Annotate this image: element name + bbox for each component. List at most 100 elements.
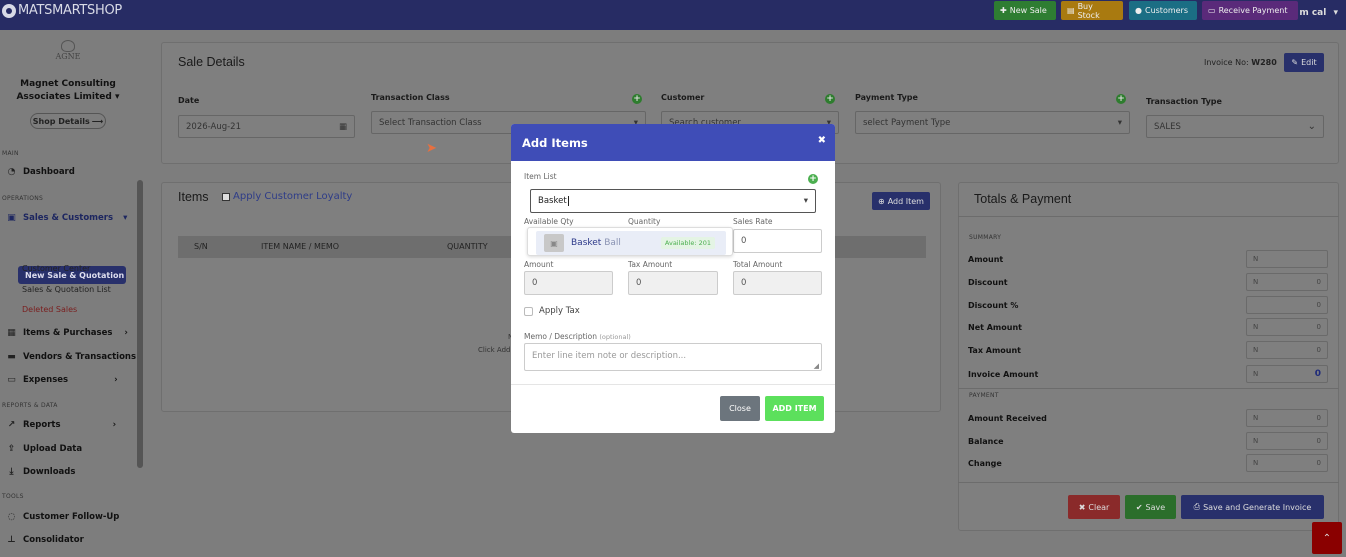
customers-button[interactable]: ● Customers [1129,1,1197,20]
bag-icon: ▣ [7,213,16,223]
invoice-amount-label: Invoice Amount [968,370,1039,379]
plus-icon: ✚ [1000,6,1007,15]
save-button[interactable]: ✔ Save [1125,495,1176,519]
sidebar-item-customer-follow-up[interactable]: ◌ Customer Follow-Up [6,512,120,522]
truck-icon: ▬ [7,352,16,362]
clear-button[interactable]: ✖ Clear [1068,495,1120,519]
customer-label: Customer [661,93,705,102]
sidebar-item-expenses[interactable]: ▭ Expenses › [6,375,117,385]
sidebar-item-upload-data[interactable]: ⇪ Upload Data [6,444,82,454]
sidebar-item-customer-center[interactable]: Customer Center [22,264,90,273]
modal-close-icon[interactable]: ✖ [818,135,826,146]
sidebar-item-deleted-sales[interactable]: Deleted Sales [22,305,77,314]
edit-invoice-button[interactable]: ✎ Edit [1284,53,1324,72]
sidebar-item-dashboard[interactable]: ◔ Dashboard [6,167,75,177]
caret-down-icon: ▾ [1117,117,1122,128]
item-list-label: Item List [524,172,557,181]
sales-rate-label: Sales Rate [733,217,773,226]
apply-loyalty-checkbox[interactable]: Apply Customer Loyalty [222,191,352,202]
user-name: m cal [1299,8,1327,18]
invoice-number: Invoice No: W280 [1204,58,1277,67]
summary-heading: SUMMARY [969,234,1002,241]
column-header-item-name: ITEM NAME / MEMO [261,242,340,251]
tax-amount-label: Tax Amount [968,346,1022,355]
net-amount-value: N0 [1246,318,1328,336]
save-generate-invoice-button[interactable]: ⎙ Save and Generate Invoice [1181,495,1324,519]
transaction-type-label: Transaction Type [1146,97,1222,106]
add-customer-icon[interactable]: + [825,94,835,104]
modal-title: Add Items [522,135,588,150]
payment-type-label: Payment Type [855,93,918,102]
brand-name: MATSMARTSHOP [18,3,122,18]
box-icon: ▦ [7,328,16,338]
check-icon: ✔ [1135,502,1143,512]
available-badge: Available: 201 [660,237,715,249]
apply-tax-checkbox[interactable]: Apply Tax [524,306,580,316]
sales-rate-input[interactable]: 0 [733,229,822,253]
payment-heading: PAYMENT [969,392,999,399]
org-name[interactable]: Magnet Consulting Associates Limited ▾ [2,78,134,104]
checkbox-icon [524,306,533,316]
buy-stock-button[interactable]: ▤ Buy Stock [1061,1,1123,20]
arrow-right-icon: ⟶ [91,116,104,126]
amount-label: Amount [524,260,554,269]
sidebar-item-downloads[interactable]: ⤓ Downloads [6,467,76,477]
caret-down-icon: ▾ [115,92,120,102]
section-tools: TOOLS [2,493,24,500]
modal-header: Add Items [511,124,835,161]
receive-payment-button[interactable]: ▭ Receive Payment [1202,1,1298,20]
column-header-sn: S/N [194,242,208,251]
amount-received-label: Amount Received [968,414,1047,423]
close-button[interactable]: Close [720,396,760,421]
mouse-cursor-icon: ➤ [426,141,437,156]
item-search-input[interactable]: Basket ▾ [530,189,816,213]
sidebar-item-sales-customers[interactable]: ▣ Sales & Customers ▾ [6,213,127,223]
add-item-submit-button[interactable]: ADD ITEM [765,396,824,421]
date-input[interactable]: 2026-Aug-21 ▦ [178,115,355,138]
section-reports: REPORTS & DATA [2,402,58,409]
memo-textarea[interactable]: Enter line item note or description... ◢ [524,343,822,371]
add-transaction-class-icon[interactable]: + [632,94,642,104]
close-icon: ✖ [1078,502,1086,512]
checkbox-icon [222,192,230,201]
text-caret [567,196,569,206]
download-icon: ⤓ [9,467,14,477]
discount-label: Discount [968,278,1008,287]
sidebar-item-items-purchases[interactable]: ▦ Items & Purchases › [6,328,128,338]
amount-received-input[interactable]: N0 [1246,409,1328,427]
chevron-right-icon: › [112,420,117,430]
add-item-button[interactable]: ⊕ Add Item [872,192,930,210]
section-operations: OPERATIONS [2,195,44,202]
empty-state-hint: Click Add [478,346,511,354]
top-navbar: MATSMARTSHOP ✚ New Sale ▤ Buy Stock ● Custo… [0,0,1346,30]
shop-details-button[interactable]: Shop Details ⟶ [30,113,106,129]
sidebar-item-vendors-transactions[interactable]: ▬ Vendors & Transactions [6,352,136,362]
discount-percent-input[interactable]: 0 [1246,296,1328,314]
brand[interactable]: MATSMARTSHOP [2,3,122,18]
total-amount-input: 0 [733,271,822,295]
add-new-item-icon[interactable]: + [808,174,818,184]
brand-logo-icon [2,3,16,18]
sidebar-scrollbar[interactable] [137,180,143,468]
change-value: N0 [1246,454,1328,472]
items-title: Items [178,190,209,204]
suggestion-item-basket-ball[interactable]: ▣ Basket Ball Available: 201 [536,231,726,255]
user-menu[interactable]: m cal ▾ [1299,8,1338,18]
discount-input[interactable]: N0 [1246,273,1328,291]
sidebar-item-sales-quotation-list[interactable]: Sales & Quotation List [22,285,111,294]
payment-type-select[interactable]: select Payment Type ▾ [855,111,1130,134]
date-label: Date [178,96,200,105]
upload-icon: ⇪ [7,444,16,454]
sidebar-item-consolidator[interactable]: ⊥ Consolidator [6,535,83,545]
divider [958,216,1339,217]
add-payment-type-icon[interactable]: + [1116,94,1126,104]
amount-input: 0 [524,271,613,295]
users-icon: ● [1135,6,1142,15]
calendar-icon: ▦ [338,121,347,132]
tax-amount-label: Tax Amount [628,260,673,269]
sidebar-item-reports[interactable]: ↗ Reports › [6,420,116,430]
plus-circle-icon: ⊕ [878,196,885,206]
transaction-type-select[interactable]: SALES ⌄ [1146,115,1324,138]
new-sale-button[interactable]: ✚ New Sale [994,1,1056,20]
scroll-top-button[interactable]: ⌃ [1312,522,1342,554]
